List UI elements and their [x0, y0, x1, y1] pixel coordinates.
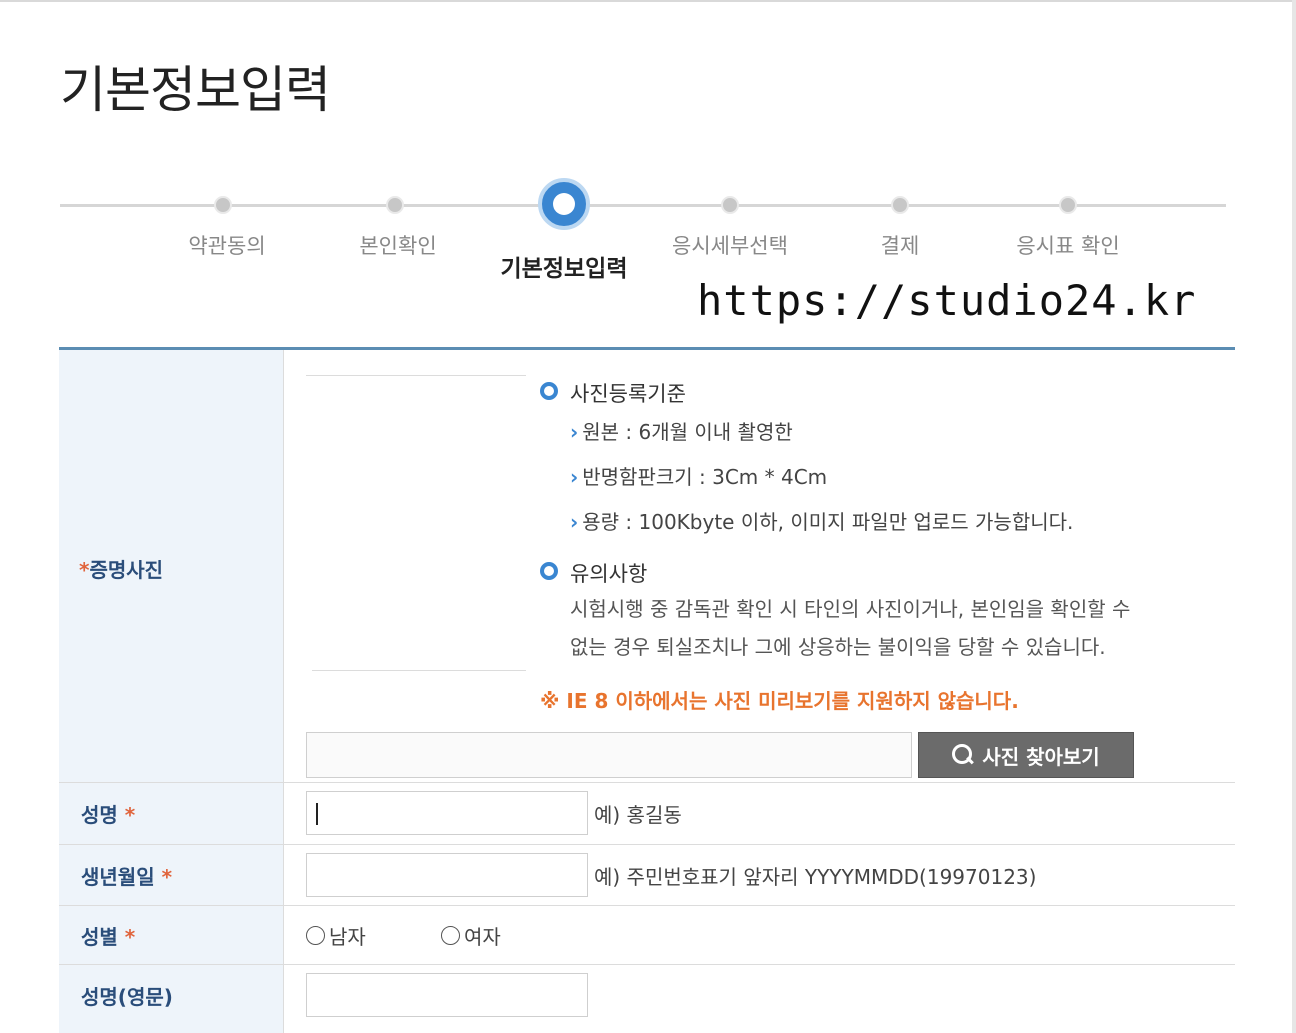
birth-input[interactable] [306, 853, 588, 897]
step-dot-exam-detail [721, 196, 739, 214]
english-name-label: 성명(영문) [81, 985, 173, 1009]
required-mark: * [161, 865, 173, 889]
step-dot-payment [891, 196, 909, 214]
step-dot-basic-info-active [538, 178, 590, 230]
stepper-line [60, 204, 1226, 207]
notice-text: 시험시행 중 감독관 확인 시 타인의 사진이거나, 본인임을 확인할 수 없는… [570, 597, 1131, 659]
photo-label: *증명사진 [79, 558, 164, 582]
english-name-row-header: 성명(영문) [59, 965, 284, 1033]
radio-icon[interactable] [441, 926, 460, 945]
gender-row: 성별 * 남자 여자 [59, 906, 1235, 965]
name-row-header: 성명 * [59, 783, 284, 844]
criteria-bullet-icon [540, 382, 558, 400]
notice-title: 유의사항 [570, 562, 648, 586]
gender-radio-male[interactable]: 남자 [306, 921, 366, 950]
step-label-terms: 약관동의 [188, 234, 266, 258]
photo-row-header: *증명사진 [59, 350, 284, 782]
step-dot-ticket [1059, 196, 1077, 214]
text-cursor [316, 803, 318, 825]
required-mark: * [124, 803, 136, 827]
ie-warning: ※ IE 8 이하에서는 사진 미리보기를 지원하지 않습니다. [540, 689, 1019, 713]
notice-bullet-icon [540, 562, 558, 580]
top-border [0, 0, 1296, 2]
step-label-ticket: 응시표 확인 [1016, 234, 1120, 258]
photo-preview [306, 375, 526, 671]
name-input[interactable] [306, 791, 588, 835]
birth-row: 생년월일 * 예) 주민번호표기 앞자리 YYYYMMDD(19970123) [59, 845, 1235, 906]
name-hint: 예) 홍길동 [594, 803, 682, 827]
criteria-item: › 반명함판크기 : 3Cm * 4Cm [570, 465, 828, 489]
criteria-title: 사진등록기준 [570, 382, 686, 406]
find-photo-button[interactable]: 사진 찾아보기 [918, 732, 1134, 778]
radio-icon[interactable] [306, 926, 325, 945]
chevron-right-icon: › [570, 420, 579, 444]
name-row: 성명 * 예) 홍길동 [59, 783, 1235, 845]
search-icon [952, 744, 974, 766]
required-mark: * [79, 558, 90, 582]
english-name-input[interactable] [306, 973, 588, 1017]
chevron-right-icon: › [570, 465, 579, 489]
photo-row: *증명사진 사진등록기준 › 원본 : 6개월 이내 촬영한 › 반명함판크기 : … [59, 350, 1235, 783]
page-title: 기본정보입력 [60, 61, 331, 119]
criteria-item: › 원본 : 6개월 이내 촬영한 [570, 420, 793, 444]
gender-radio-female[interactable]: 여자 [441, 921, 501, 950]
birth-hint: 예) 주민번호표기 앞자리 YYYYMMDD(19970123) [594, 865, 1037, 889]
birth-label: 생년월일 * [81, 865, 173, 889]
required-mark: * [124, 925, 136, 949]
birth-row-header: 생년월일 * [59, 845, 284, 905]
criteria-item: › 용량 : 100Kbyte 이하, 이미지 파일만 업로드 가능합니다. [570, 510, 1074, 534]
photo-file-path-input[interactable] [306, 732, 912, 778]
gender-label: 성별 * [81, 925, 136, 949]
chevron-right-icon: › [570, 510, 579, 534]
step-dot-terms [214, 196, 232, 214]
gender-row-header: 성별 * [59, 906, 284, 964]
watermark-url: https://studio24.kr [697, 276, 1197, 325]
english-name-row: 성명(영문) [59, 965, 1235, 1033]
scrollbar-track[interactable] [1292, 0, 1296, 1033]
step-dot-identity [386, 196, 404, 214]
name-label: 성명 * [81, 803, 136, 827]
